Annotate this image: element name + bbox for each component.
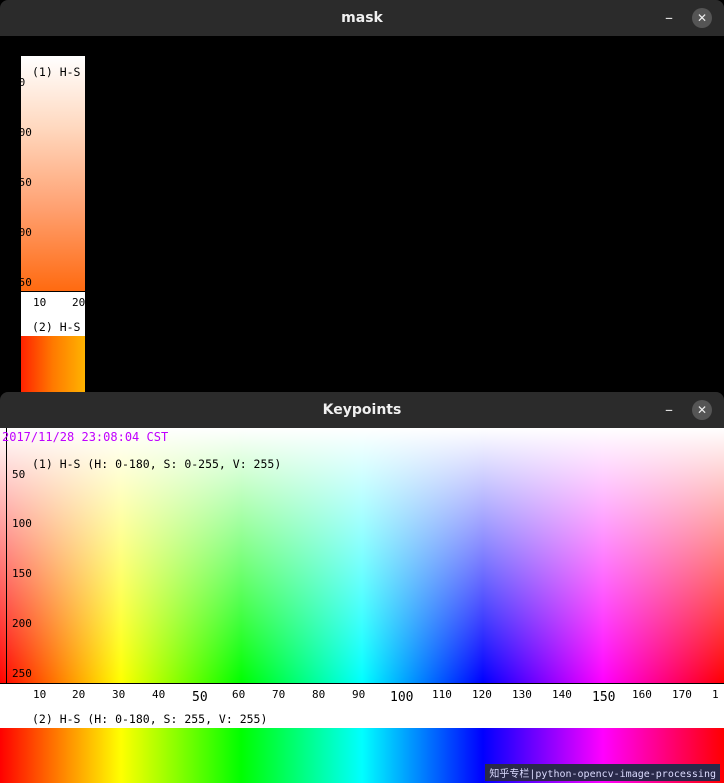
kp-y-tick: 150 (12, 567, 32, 580)
kp-legend-top: (1) H-S (H: 0-180, S: 0-255, V: 255) (32, 457, 282, 471)
kp-x-tick: 140 (552, 688, 572, 701)
mask-hs-plot-upper (21, 56, 85, 291)
kp-x-tick: 80 (312, 688, 326, 701)
minimize-icon[interactable]: – (659, 400, 679, 420)
keypoints-titlebar[interactable]: Keypoints – ✕ (0, 392, 724, 428)
kp-x-tick: 60 (232, 688, 246, 701)
mask-y-tick: 100 (12, 126, 32, 139)
minimize-icon[interactable]: – (659, 8, 679, 28)
mask-y-tick: 200 (12, 226, 32, 239)
keypoints-window-title: Keypoints (322, 402, 402, 418)
mask-y-tick: 150 (12, 176, 32, 189)
keypoints-window: Keypoints – ✕ 2017/11/28 23:08:04 CST (1… (0, 392, 724, 783)
kp-x-tick: 10 (33, 688, 47, 701)
kp-x-tick: 50 (192, 690, 208, 705)
kp-x-tick: 170 (672, 688, 692, 701)
mask-y-tick: 250 (12, 276, 32, 289)
mask-hs-bottom-gradient (21, 336, 85, 392)
kp-x-tick: 70 (272, 688, 286, 701)
kp-y-tick: 100 (12, 517, 32, 530)
kp-x-tick: 160 (632, 688, 652, 701)
kp-y-tick: 250 (12, 667, 32, 680)
mask-window: mask – ✕ 50 100 150 200 250 10 20 (1) H-… (0, 0, 724, 392)
keypoints-canvas: 2017/11/28 23:08:04 CST (1) H-S (H: 0-18… (0, 428, 724, 783)
kp-x-tick: 90 (352, 688, 366, 701)
mask-y-axis (20, 56, 21, 291)
kp-x-tick: 100 (390, 690, 414, 705)
close-icon[interactable]: ✕ (692, 8, 712, 28)
kp-x-tick: 110 (432, 688, 452, 701)
mask-x-tick: 20 (72, 296, 85, 309)
kp-x-tick: 130 (512, 688, 532, 701)
watermark: 知乎专栏|python-opencv-image-processing (485, 764, 720, 781)
kp-y-tick: 200 (12, 617, 32, 630)
kp-x-tick: 30 (112, 688, 126, 701)
kp-x-axis (0, 683, 724, 684)
mask-legend-bottom: (2) H-S (32, 320, 81, 334)
mask-y-tick: 50 (12, 76, 26, 89)
mask-titlebar[interactable]: mask – ✕ (0, 0, 724, 36)
kp-x-tick: 150 (592, 690, 616, 705)
mask-canvas: 50 100 150 200 250 10 20 (1) H-S (2) H-S (0, 36, 724, 392)
mask-x-tick: 10 (33, 296, 47, 309)
mask-x-axis (14, 291, 85, 292)
mask-legend-top: (1) H-S (32, 65, 81, 79)
timestamp: 2017/11/28 23:08:04 CST (2, 430, 169, 444)
close-icon[interactable]: ✕ (692, 400, 712, 420)
kp-y-tick: 50 (12, 468, 26, 481)
kp-legend-bottom: (2) H-S (H: 0-180, S: 255, V: 255) (32, 712, 268, 726)
kp-x-tick: 120 (472, 688, 492, 701)
kp-x-tick: 20 (72, 688, 86, 701)
kp-x-tick: 1 (712, 688, 719, 701)
mask-window-title: mask (341, 10, 383, 26)
mask-visible-strip (21, 56, 85, 392)
kp-y-axis (6, 428, 7, 683)
kp-x-tick: 40 (152, 688, 166, 701)
